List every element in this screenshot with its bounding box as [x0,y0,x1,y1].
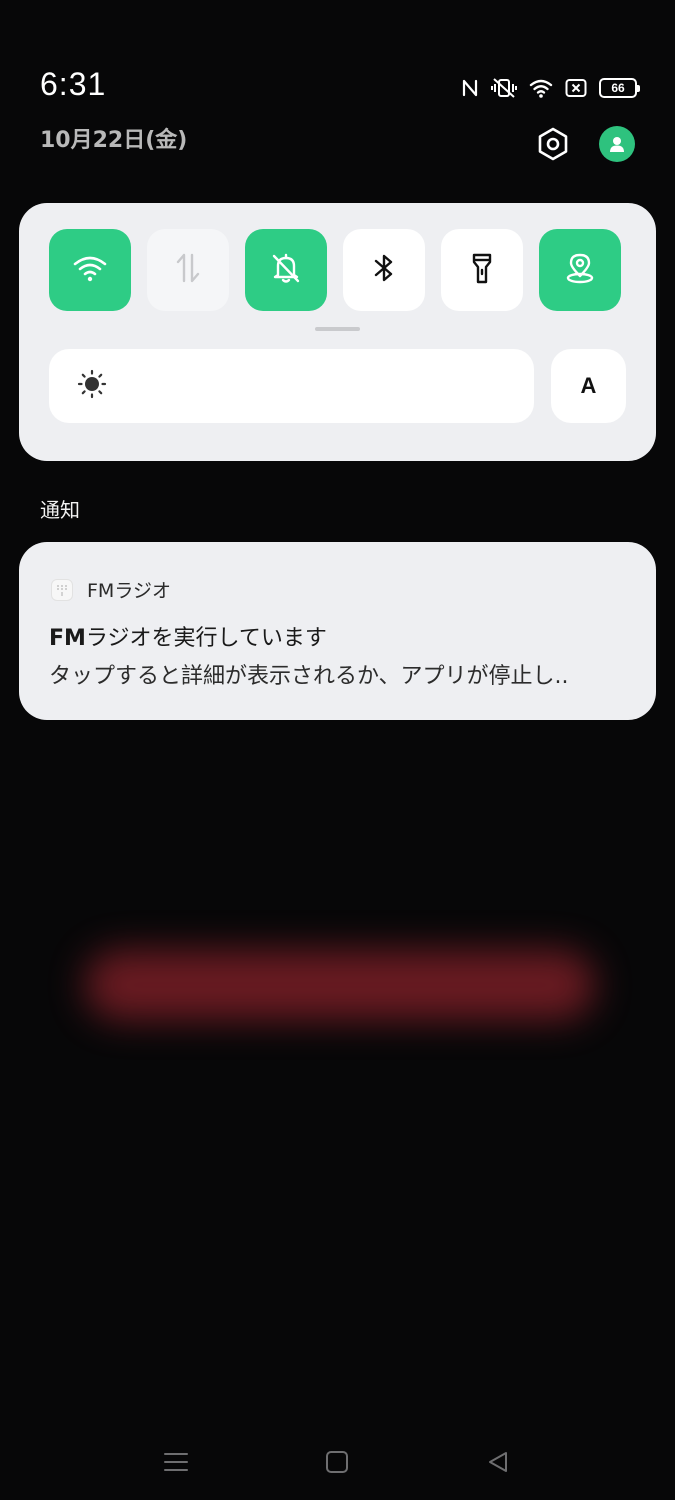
notification-card[interactable]: FMラジオ FMラジオを実行しています タップすると詳細が表示されるか、アプリが… [19,542,656,720]
navigation-bar [0,1420,675,1500]
bell-off-icon [269,251,303,289]
mobile-data-tile[interactable] [147,229,229,311]
auto-brightness-button[interactable]: A [551,349,626,423]
notification-header: FMラジオ [51,576,171,603]
status-icons: 66 [461,74,640,102]
status-date: 10月22日(金) [40,128,188,153]
panel-drag-handle[interactable] [315,327,360,331]
blurred-background-bar [85,950,595,1020]
wifi-icon [73,253,107,287]
brightness-slider[interactable] [49,349,534,423]
silent-tile[interactable] [245,229,327,311]
vibrate-off-icon [491,77,517,99]
bluetooth-icon [369,251,399,289]
radio-app-icon [51,578,73,601]
nfc-icon [461,77,479,99]
bluetooth-tile[interactable] [343,229,425,311]
header-actions [535,126,635,162]
quick-tiles [49,229,621,311]
notification-app-name: FMラジオ [87,580,171,602]
notification-title-rest: ラジオを実行しています [85,626,327,651]
wifi-tile[interactable] [49,229,131,311]
sim-missing-icon [565,78,587,98]
quick-settings-panel: A [19,203,656,461]
settings-icon[interactable] [535,126,571,162]
notifications-heading: 通知 [40,498,80,522]
back-icon[interactable] [478,1442,518,1482]
menu-icon[interactable] [156,1442,196,1482]
home-icon[interactable] [317,1442,357,1482]
notification-title: FMラジオを実行しています [49,620,327,652]
battery-icon: 66 [599,78,640,98]
status-time: 6:31 [40,66,107,102]
flashlight-tile[interactable] [441,229,523,311]
location-icon [563,251,597,289]
wifi-icon [529,78,553,98]
user-icon[interactable] [599,126,635,162]
location-tile[interactable] [539,229,621,311]
flashlight-icon [467,251,497,289]
data-transfer-icon [171,251,205,289]
notification-title-bold: FM [49,626,86,651]
sun-icon [77,369,107,403]
notification-body: タップすると詳細が表示されるか、アプリが停止し.. [49,664,569,689]
